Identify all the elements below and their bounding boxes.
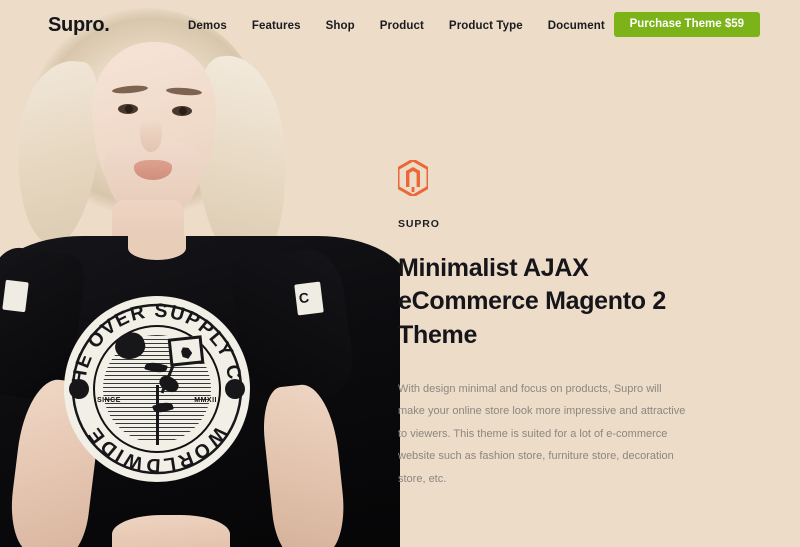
site-header: Supro. Demos Features Shop Product Produ… (0, 0, 800, 48)
nav-item-demos[interactable]: Demos (188, 20, 227, 32)
sleeve-patch-left (2, 279, 29, 313)
page-root: C THE OVER SUPPLY CO WORLDWIDE (0, 0, 800, 547)
magento-hexagon-icon (396, 158, 430, 198)
print-rose-stem (156, 385, 159, 445)
nav-item-features[interactable]: Features (252, 20, 301, 32)
print-flag (167, 335, 205, 367)
sleeve-patch-letter: C (297, 289, 309, 307)
hero-photo: C THE OVER SUPPLY CO WORLDWIDE (0, 0, 400, 547)
nav-item-product-type[interactable]: Product Type (449, 20, 523, 32)
eyebrow-label: SUPRO (398, 218, 440, 230)
sleeve-patch-right: C (294, 281, 324, 316)
tshirt-chest-print: THE OVER SUPPLY CO WORLDWIDE SINCE MMXII (64, 296, 250, 482)
main-navigation: Demos Features Shop Product Product Type… (188, 20, 675, 32)
model-hands (112, 515, 230, 547)
hero-description: With design minimal and focus on product… (398, 382, 686, 485)
print-since-row: SINCE MMXII (97, 397, 217, 404)
print-since-left: SINCE (97, 397, 121, 404)
purchase-theme-button[interactable]: Purchase Theme $59 (613, 12, 760, 37)
page-title: Minimalist AJAX eCommerce Magento 2 Them… (398, 254, 666, 349)
tshirt-collar (128, 236, 186, 260)
nav-item-document[interactable]: Document (548, 20, 605, 32)
model-nose (140, 118, 162, 152)
model-pupil-right (179, 107, 187, 115)
nav-item-product[interactable]: Product (380, 20, 424, 32)
model-pupil-left (125, 105, 133, 113)
print-since-right: MMXII (194, 397, 217, 404)
hero-content: SUPRO Minimalist AJAX eCommerce Magento … (396, 158, 698, 490)
nav-item-shop[interactable]: Shop (326, 20, 355, 32)
brand-logo[interactable]: Supro. (48, 14, 110, 37)
